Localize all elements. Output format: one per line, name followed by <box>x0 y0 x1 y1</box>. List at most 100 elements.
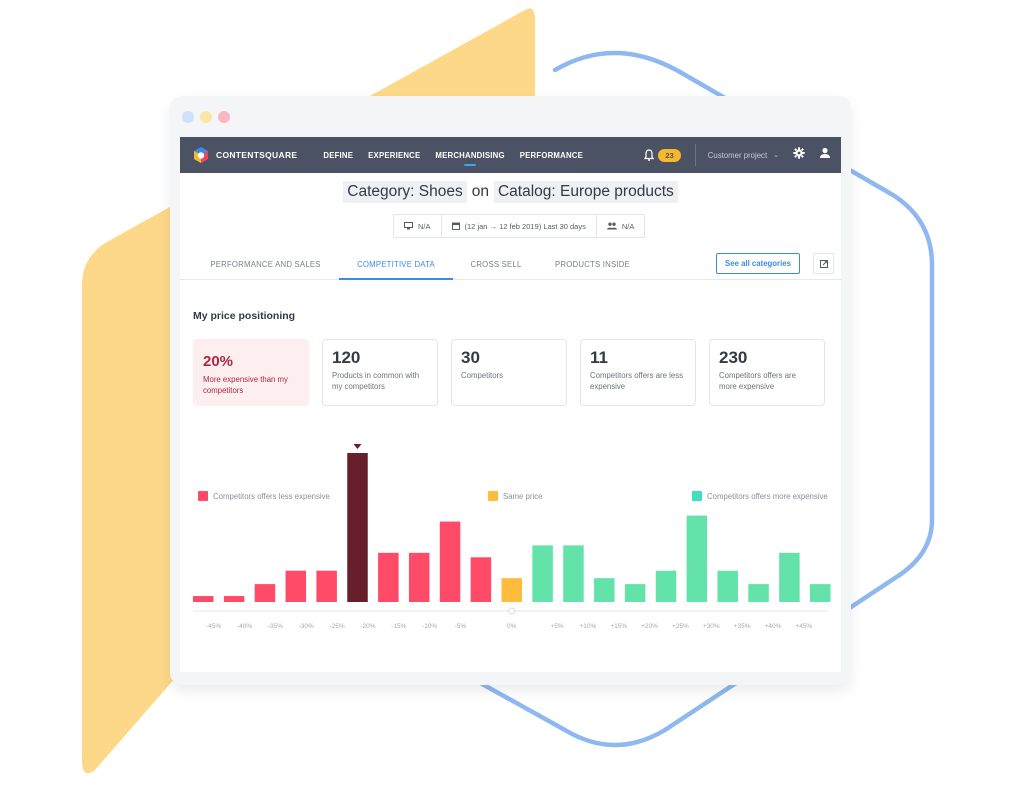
legend-swatch <box>692 491 702 501</box>
chart-bar-more[interactable] <box>594 578 615 602</box>
gear-icon[interactable] <box>793 146 805 164</box>
x-tick-label: -40% <box>237 623 252 630</box>
kpi-card-less-expensive: 11 Competitors offers are less expensive <box>580 339 696 406</box>
chart-bar-less[interactable] <box>470 557 492 602</box>
top-navbar: CONTENTSQUARE DEFINE EXPERIENCE MERCHAND… <box>180 137 841 173</box>
tab-cross-sell[interactable]: CROSS SELL <box>460 250 532 279</box>
kpi-value: 120 <box>332 348 361 367</box>
chart-bar-more[interactable] <box>748 584 769 602</box>
chart-bar-more[interactable] <box>779 552 800 602</box>
x-tick-label: +30% <box>703 623 720 630</box>
chevron-down-icon: ⌄ <box>773 152 779 159</box>
segment-filter-value: N/A <box>621 221 635 231</box>
tab-products-inside[interactable]: PRODUCTS INSIDE <box>545 250 640 279</box>
external-link-button[interactable] <box>813 253 834 274</box>
kpi-value: 11 <box>590 348 608 367</box>
users-icon <box>606 222 617 230</box>
x-tick-label: -30% <box>299 623 314 630</box>
legend-label: Competitors offers more expensive <box>707 491 828 501</box>
window-dot-blue[interactable] <box>182 111 194 123</box>
kpi-label: Products in common with my competitors <box>332 371 420 391</box>
segment-filter[interactable]: N/A <box>597 215 645 237</box>
x-tick-label: -45% <box>206 623 221 630</box>
chart-bar-less[interactable] <box>378 552 399 602</box>
kpi-card-price-difference: 20% More expensive than my competitors <box>193 339 309 406</box>
window-dot-yellow[interactable] <box>200 111 212 123</box>
kpi-card-products-in-common: 120 Products in common with my competito… <box>322 339 438 406</box>
nav-item-performance[interactable]: PERFORMANCE <box>520 137 583 173</box>
kpi-cards: 20% More expensive than my competitors 1… <box>193 339 825 406</box>
x-tick-label: -25% <box>329 623 344 630</box>
chart-bar-less[interactable] <box>254 584 276 602</box>
section-title: My price positioning <box>193 310 296 322</box>
kpi-value: 230 <box>719 348 748 367</box>
kpi-card-more-expensive: 230 Competitors offers are more expensiv… <box>709 339 825 406</box>
see-all-categories-button[interactable]: See all categories <box>716 253 800 274</box>
chart-bar-less[interactable] <box>439 521 461 602</box>
chart-bar-less[interactable] <box>408 552 430 602</box>
brand-logo[interactable]: CONTENTSQUARE <box>193 146 297 164</box>
date-range-filter[interactable]: (12 jan → 12 feb 2019) Last 30 days <box>442 215 597 237</box>
kpi-label: Competitors <box>461 371 504 380</box>
date-range-value: (12 jan → 12 feb 2019) Last 30 days <box>464 221 586 231</box>
chart-bar-more[interactable] <box>624 584 646 602</box>
x-tick-label: 0% <box>507 623 517 630</box>
device-filter[interactable]: N/A <box>394 215 442 237</box>
chart-bar-less[interactable] <box>285 570 307 602</box>
chart-bar-selected[interactable] <box>347 453 368 602</box>
title-connector: on <box>471 183 489 200</box>
zero-axis-handle[interactable] <box>508 607 516 615</box>
page-title: Category: Shoes on Catalog: Europe produ… <box>180 181 841 203</box>
x-tick-label: +45% <box>795 623 812 630</box>
nav-item-merchandising[interactable]: MERCHANDISING <box>435 137 505 173</box>
x-tick-label: +40% <box>765 623 782 630</box>
kpi-label: Competitors offers are more expensive <box>719 371 796 391</box>
chart-bar-same[interactable] <box>501 578 523 602</box>
x-tick-label: -20% <box>360 623 375 630</box>
external-link-icon <box>819 259 828 268</box>
user-icon[interactable] <box>819 146 831 164</box>
tab-competitive-data[interactable]: COMPETITIVE DATA <box>339 250 453 280</box>
chart-bar-less[interactable] <box>316 570 337 602</box>
project-selector[interactable]: Customer project ⌄ <box>708 151 779 160</box>
x-tick-label: -15% <box>391 623 406 630</box>
monitor-icon <box>404 222 413 230</box>
x-tick-label: +10% <box>579 623 596 630</box>
chart-bar-more[interactable] <box>717 570 738 602</box>
price-positioning-chart: -45% -40% -35% -30% -25% -20% -15% -10% -5% 0% +5%… <box>193 444 831 630</box>
project-selector-label: Customer project <box>707 150 768 160</box>
category-title-chip[interactable]: Category: Shoes <box>343 181 467 203</box>
legend-swatch <box>198 491 208 501</box>
main-nav: DEFINE EXPERIENCE MERCHANDISING PERFORMA… <box>323 137 598 173</box>
x-tick-label: -10% <box>422 623 437 630</box>
nav-item-experience[interactable]: EXPERIENCE <box>368 137 420 173</box>
chart-bar-more[interactable] <box>563 545 584 602</box>
legend-item-less-expensive: Competitors offers less expensive <box>198 491 330 501</box>
selected-bar-marker-icon <box>353 444 362 449</box>
kpi-value: 20% <box>203 353 234 370</box>
x-tick-label: +20% <box>641 623 658 630</box>
chart-bar-less[interactable] <box>223 596 245 602</box>
chart-bar-more[interactable] <box>655 570 677 602</box>
device-filter-value: N/A <box>418 221 431 231</box>
brand-name: CONTENTSQUARE <box>216 150 298 160</box>
catalog-title-chip[interactable]: Catalog: Europe products <box>493 181 678 203</box>
window-dot-red[interactable] <box>218 111 230 123</box>
legend-label: Competitors offers less expensive <box>213 491 330 501</box>
notification-badge[interactable]: 23 <box>658 148 681 162</box>
chart-bar-more[interactable] <box>532 545 553 602</box>
window-controls <box>182 111 230 123</box>
legend-label: Same price <box>503 491 543 501</box>
chart-bar-more[interactable] <box>810 584 831 602</box>
bell-icon[interactable] <box>643 149 655 161</box>
legend-swatch <box>488 491 498 501</box>
calendar-icon <box>451 222 460 230</box>
nav-item-define[interactable]: DEFINE <box>323 137 353 173</box>
chart-bar-less[interactable] <box>193 596 214 602</box>
kpi-label: More expensive than my competitors <box>203 375 288 395</box>
x-tick-label: +25% <box>672 623 689 630</box>
navbar-divider <box>694 144 696 166</box>
tab-performance-and-sales[interactable]: PERFORMANCE AND SALES <box>198 250 333 279</box>
chart-bar-more[interactable] <box>686 515 708 602</box>
legend-item-more-expensive: Competitors offers more expensive <box>692 491 828 501</box>
